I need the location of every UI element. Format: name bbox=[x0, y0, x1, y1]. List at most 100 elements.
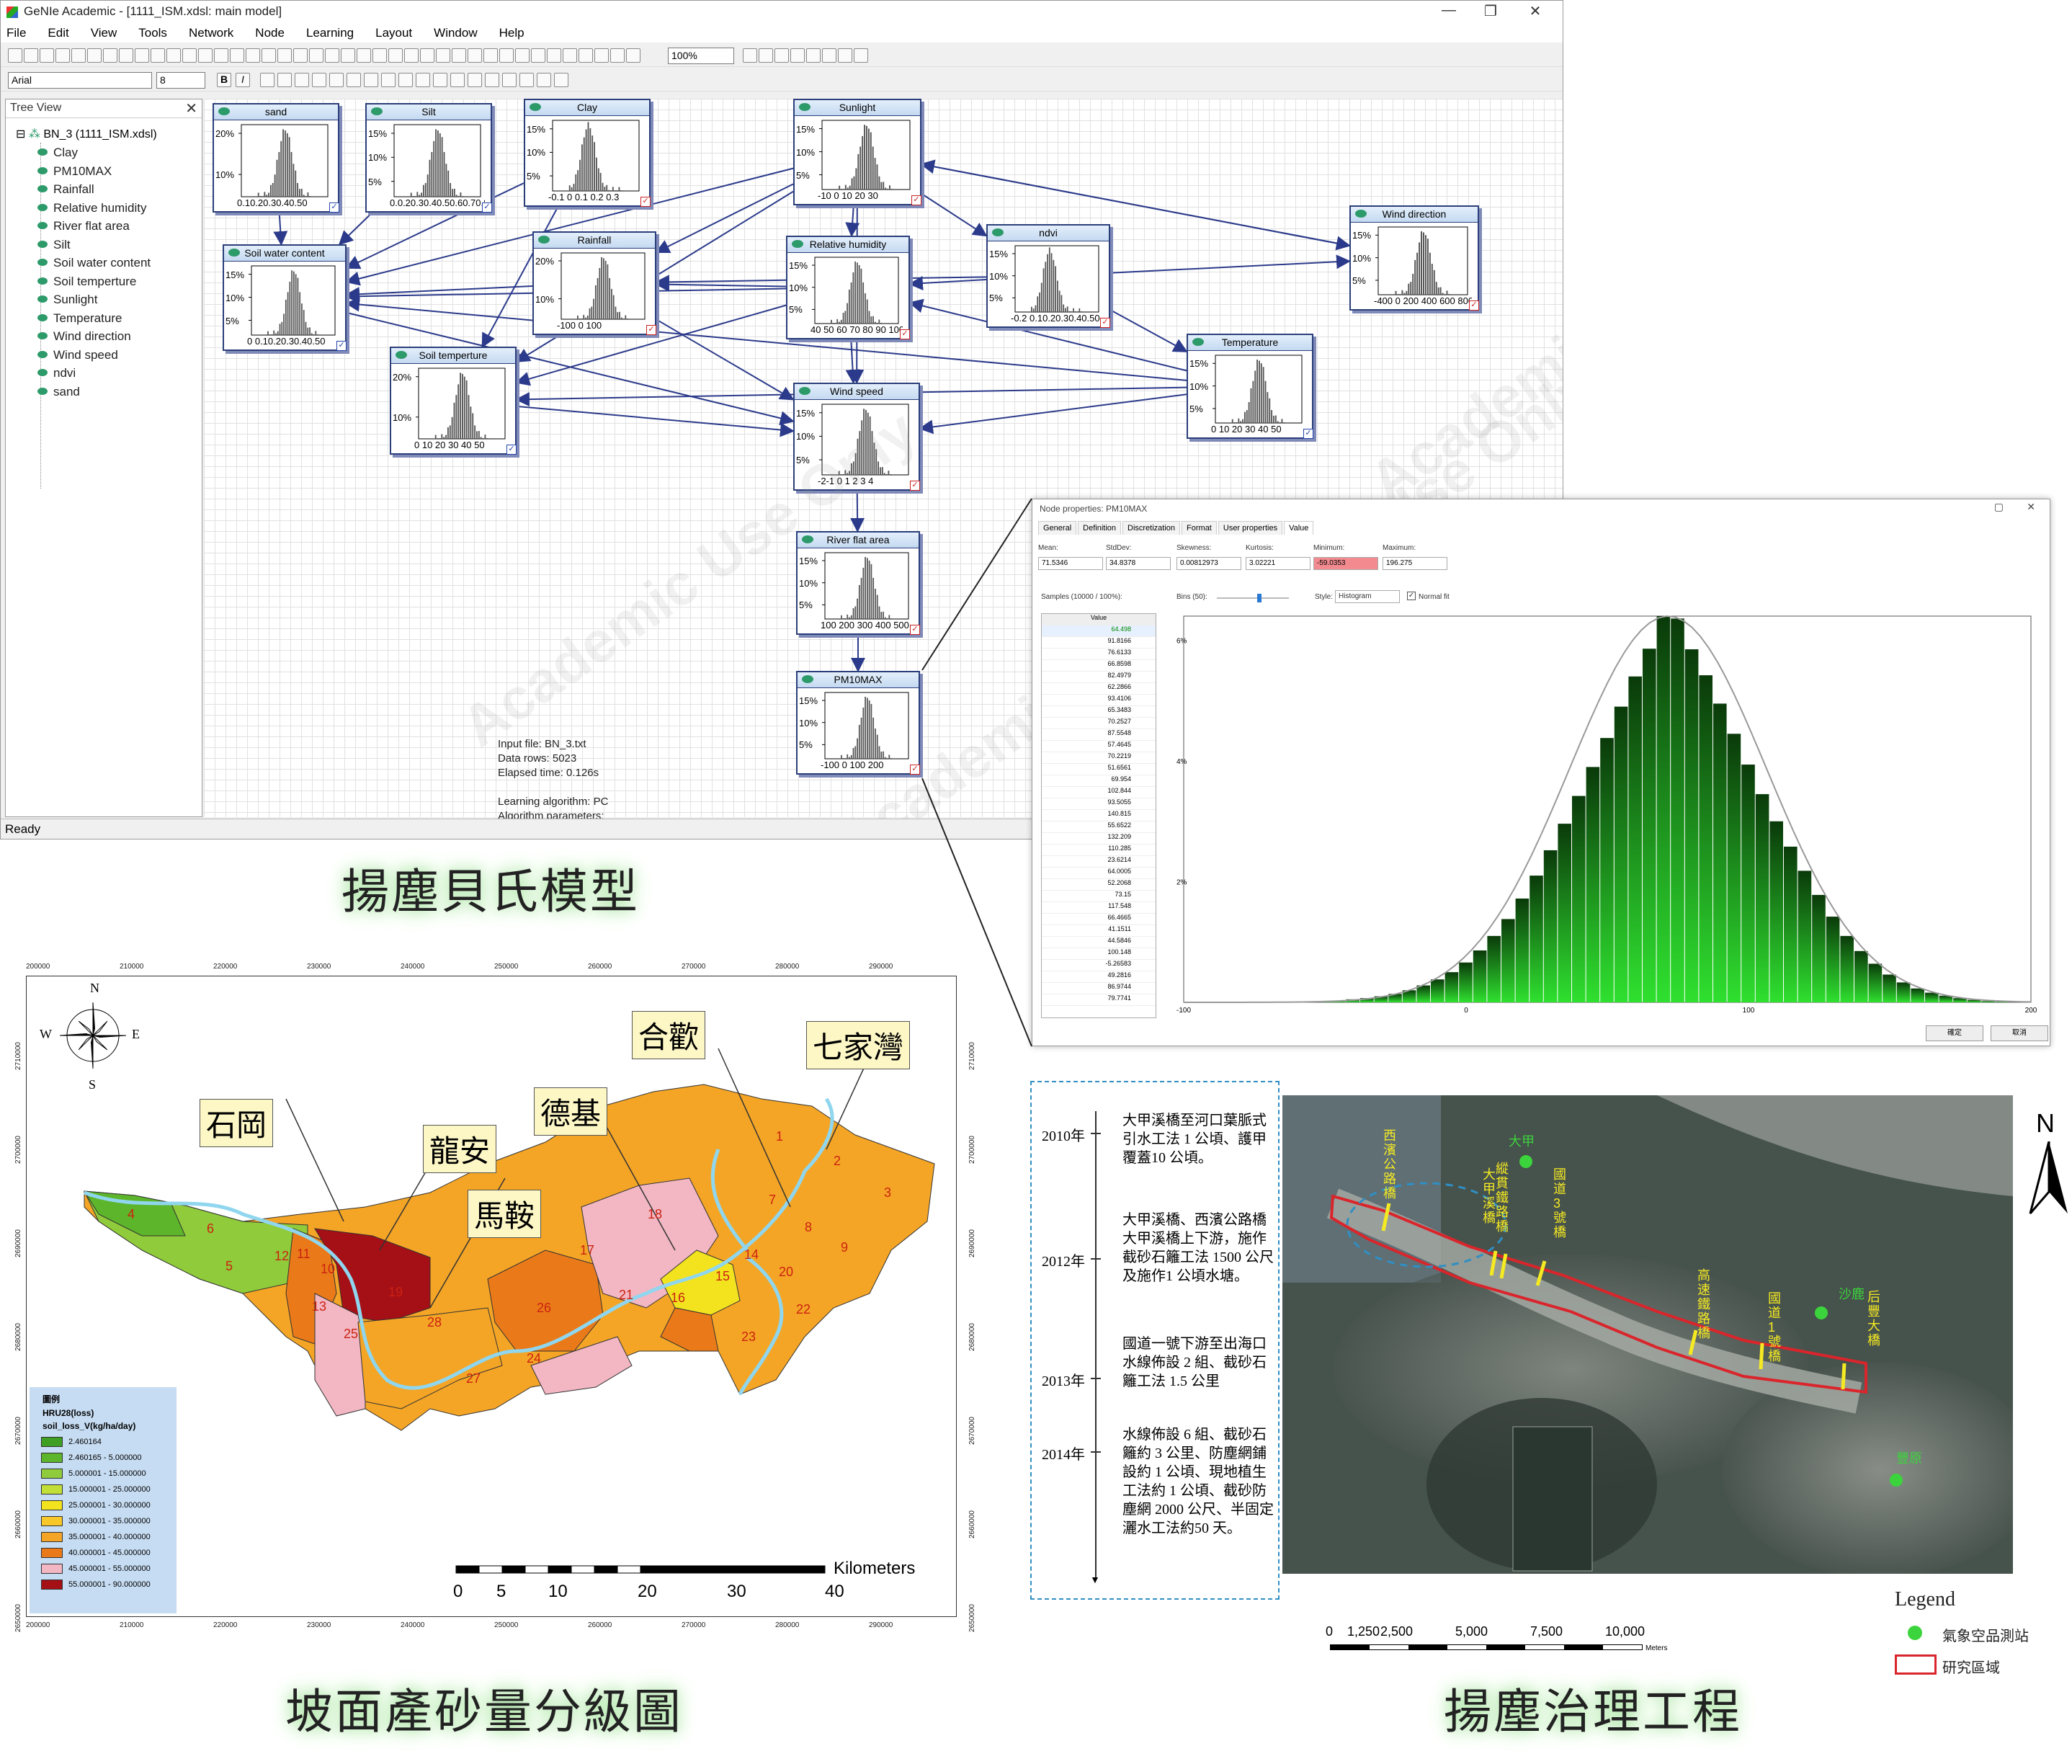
subbasin-number: 16 bbox=[671, 1291, 686, 1305]
legend-label: 2.460165 - 5.000000 bbox=[68, 1453, 142, 1462]
legend-title-1: 圖例 bbox=[43, 1394, 61, 1404]
legend-row: 40.000001 - 45.000000 bbox=[30, 1545, 177, 1561]
scale-tick: 10,000 bbox=[1605, 1624, 1645, 1639]
north-arrow-icon bbox=[2029, 1141, 2068, 1214]
scale-segment bbox=[1447, 1645, 1486, 1649]
subbasin-number: 24 bbox=[527, 1351, 542, 1366]
legend-label: 35.000001 - 40.000000 bbox=[68, 1533, 151, 1541]
place-label: 石岡 bbox=[200, 1099, 274, 1147]
legend-label: 25.000001 - 30.000000 bbox=[68, 1501, 151, 1510]
map-y-coord: 2660000 bbox=[968, 1510, 976, 1538]
map-x-coord: 220000 bbox=[213, 1621, 238, 1629]
map-y-coord: 2700000 bbox=[14, 1136, 22, 1164]
map-x-coord: 230000 bbox=[307, 1621, 331, 1629]
subbasin-number: 5 bbox=[225, 1259, 233, 1273]
legend-swatch bbox=[41, 1453, 63, 1463]
legend-row: 5.000001 - 15.000000 bbox=[30, 1466, 177, 1482]
bridge-label: 后豐大橋 bbox=[1867, 1290, 1880, 1348]
satellite-map: 西濱公路橋 縱貫鐵路橋 大甲溪橋 國道3號橋 高速鐵路橋 國道1號橋 后豐大橋 大甲 沙鹿 豐原 bbox=[1282, 1095, 2013, 1574]
legend-swatch bbox=[41, 1484, 63, 1494]
subbasin-number: 17 bbox=[580, 1243, 595, 1257]
place-label: 合歡 bbox=[632, 1011, 706, 1059]
legend-row: 35.000001 - 40.000000 bbox=[30, 1529, 177, 1545]
map-x-coord: 290000 bbox=[869, 1621, 893, 1629]
map-x-coord: 250000 bbox=[494, 963, 519, 971]
scale-tick: 2,500 bbox=[1380, 1624, 1414, 1639]
place-label: 七家灣 bbox=[806, 1021, 911, 1069]
legend-row: 45.000001 - 55.000000 bbox=[30, 1561, 177, 1577]
subbasin-number: 18 bbox=[648, 1207, 663, 1221]
bridge-label: 國道3號橋 bbox=[1553, 1167, 1566, 1239]
timeline-year: 2014年 bbox=[1042, 1447, 1085, 1463]
map-x-coord: 210000 bbox=[120, 963, 144, 971]
station-label: 大甲 bbox=[1509, 1134, 1535, 1149]
legend-classes: 2.460164 2.460165 - 5.000000 5.000001 - 15… bbox=[30, 1434, 177, 1592]
scale-tick: 5,000 bbox=[1455, 1624, 1488, 1639]
station-marker-icon bbox=[1519, 1155, 1532, 1168]
map-x-coord: 270000 bbox=[682, 963, 706, 971]
timeline-tick bbox=[1091, 1133, 1101, 1134]
subbasin-number: 7 bbox=[769, 1193, 777, 1207]
subbasin-number: 12 bbox=[274, 1249, 290, 1263]
works-timeline: ▼ 2010年 大甲溪橋至河口葉脈式引水工法 1 公頃、護甲覆蓋10 公頃。 201… bbox=[1030, 1081, 1280, 1600]
map-y-coord: 2690000 bbox=[968, 1229, 976, 1257]
place-label: 馬鞍 bbox=[468, 1190, 542, 1238]
scale-unit-label: Meters bbox=[1645, 1644, 1668, 1652]
legend-swatch bbox=[41, 1437, 63, 1447]
scale-segment bbox=[1486, 1645, 1525, 1649]
scale-segment bbox=[1370, 1645, 1408, 1649]
legend-swatch bbox=[41, 1532, 63, 1542]
subbasin-number: 23 bbox=[741, 1329, 756, 1344]
legend-title: Legend bbox=[1895, 1588, 1955, 1611]
map-x-coord: 260000 bbox=[588, 1621, 612, 1629]
map-x-coord: 260000 bbox=[588, 963, 612, 971]
compass-e-label: E bbox=[132, 1027, 140, 1041]
map-y-coord: 2650000 bbox=[14, 1604, 22, 1632]
legend-swatch bbox=[41, 1469, 63, 1479]
map-x-coord: 220000 bbox=[213, 963, 238, 971]
caption-works: 揚塵治理工程 bbox=[1444, 1685, 1742, 1738]
scale-unit-label: Kilometers bbox=[834, 1559, 916, 1578]
station-marker-icon bbox=[1815, 1306, 1828, 1319]
scale-tick: 30 bbox=[727, 1582, 746, 1601]
legend-swatch bbox=[41, 1580, 63, 1590]
legend-swatch bbox=[41, 1516, 63, 1526]
bridge-marker bbox=[1759, 1342, 1764, 1370]
map-y-coord: 2660000 bbox=[14, 1510, 22, 1538]
legend-swatch bbox=[41, 1500, 63, 1510]
map-x-coord: 210000 bbox=[120, 1621, 144, 1629]
map-y-coord: 2680000 bbox=[968, 1323, 976, 1351]
map-legend: 圖例 HRU28(loss) soil_loss_V(kg/ha/day) 2.… bbox=[30, 1387, 177, 1613]
subbasin-number: 27 bbox=[466, 1371, 481, 1386]
timeline-arrow-icon: ▼ bbox=[1090, 1574, 1100, 1585]
legend-swatch bbox=[41, 1564, 63, 1574]
caption-bayes: 揚塵貝氏模型 bbox=[341, 865, 640, 918]
scale-segment bbox=[1525, 1645, 1564, 1649]
timeline-text: 水線佈設 6 組、截砂石籬約 3 公里、防塵網鋪設約 1 公頃、現地植生工法約 … bbox=[1122, 1427, 1274, 1536]
subbasin-number: 3 bbox=[884, 1185, 892, 1200]
timeline-tick bbox=[1091, 1258, 1101, 1260]
subbasin-number: 25 bbox=[344, 1327, 359, 1341]
scale-tick: 7,500 bbox=[1530, 1624, 1563, 1639]
scale-segment bbox=[1564, 1645, 1603, 1649]
timeline-year: 2010年 bbox=[1042, 1128, 1085, 1144]
scale-tick: 0 bbox=[453, 1582, 463, 1601]
timeline-axis bbox=[1095, 1111, 1097, 1580]
bridge-label: 西濱公路橋 bbox=[1383, 1128, 1396, 1200]
subbasin-number: 15 bbox=[715, 1269, 731, 1283]
caption-map: 坡面產砂量分級圖 bbox=[285, 1685, 683, 1738]
subbasin-number: 28 bbox=[427, 1315, 442, 1329]
subbasin-number: 22 bbox=[796, 1302, 811, 1317]
timeline-year: 2013年 bbox=[1042, 1373, 1085, 1389]
map-x-coord: 230000 bbox=[307, 963, 331, 971]
place-label: 德基 bbox=[534, 1087, 608, 1136]
scale-bar bbox=[455, 1565, 826, 1574]
timeline-tick bbox=[1091, 1451, 1101, 1453]
map-y-coord: 2650000 bbox=[968, 1604, 976, 1632]
map-y-coord: 2710000 bbox=[968, 1042, 976, 1070]
legend-title-3: soil_loss_V(kg/ha/day) bbox=[43, 1421, 136, 1431]
scale-tick: 0 bbox=[1326, 1624, 1334, 1639]
legend-row: 30.000001 - 35.000000 bbox=[30, 1513, 177, 1529]
timeline-text: 國道一號下游至出海口水線佈設 2 組、截砂石籬工法 1.5 公里 bbox=[1122, 1336, 1267, 1389]
scale-segment bbox=[1331, 1645, 1370, 1649]
